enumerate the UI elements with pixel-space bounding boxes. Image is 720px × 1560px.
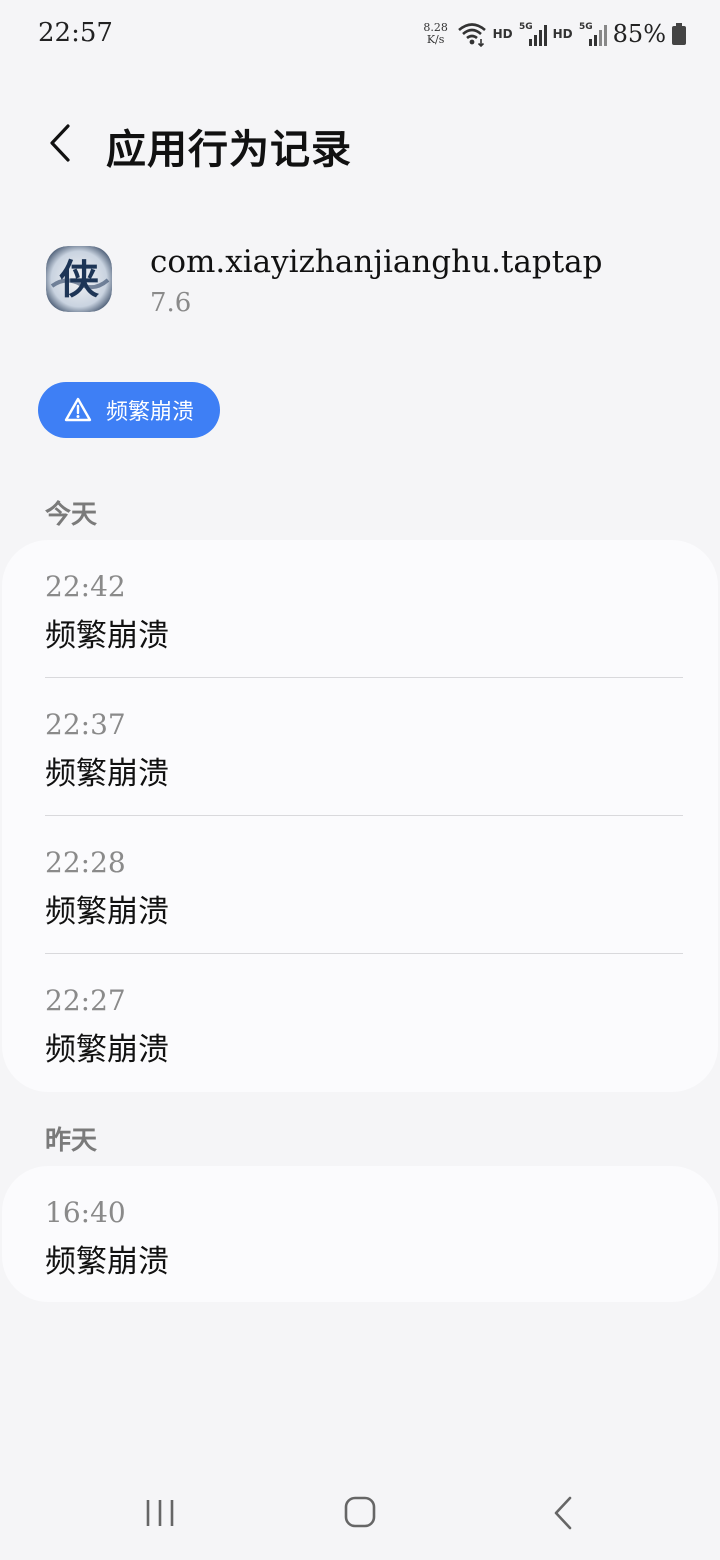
record-event: 频繁崩溃 [45, 756, 169, 792]
filter-chip-label: 频繁崩溃 [106, 400, 195, 425]
hd-label-2: HD [552, 27, 573, 41]
record-time: 22:27 [45, 984, 126, 1017]
recent-apps-button[interactable] [130, 1488, 190, 1538]
records-card-today: 22:42 频繁崩溃 22:37 频繁崩溃 22:28 频繁崩溃 22:27 频… [2, 540, 718, 1092]
svg-text:5G: 5G [579, 22, 593, 32]
record-row[interactable]: 22:27 频繁崩溃 [2, 954, 718, 1092]
network-speed: 8.28 K/s [423, 21, 448, 46]
battery-percent: 85% [612, 20, 666, 48]
navigation-bar [0, 1468, 720, 1560]
record-time: 22:42 [45, 570, 126, 603]
status-icons: 8.28 K/s HD 5G HD 5G 85% [421, 16, 686, 52]
wifi-icon [457, 23, 486, 47]
home-icon [344, 1496, 376, 1528]
record-event: 频繁崩溃 [45, 1032, 169, 1068]
status-time: 22:57 [38, 18, 113, 48]
record-row[interactable]: 22:42 频繁崩溃 [2, 540, 718, 678]
svg-text:5G: 5G [519, 22, 533, 32]
section-label-yesterday: 昨天 [45, 1126, 98, 1156]
app-info: 侠 com.xiayizhanjianghu.taptap 7.6 [0, 238, 720, 328]
recent-apps-icon [146, 1500, 174, 1526]
nav-back-icon [554, 1496, 572, 1530]
back-button[interactable] [38, 118, 88, 168]
filter-chip-frequent-crash[interactable]: 频繁崩溃 [38, 382, 220, 438]
chevron-left-icon [50, 124, 70, 162]
app-bar: 应用行为记录 [0, 100, 720, 190]
home-button[interactable] [330, 1488, 390, 1538]
record-time: 16:40 [45, 1196, 126, 1229]
section-label-today: 今天 [45, 500, 98, 530]
record-event: 频繁崩溃 [45, 1244, 169, 1280]
warning-icon [64, 397, 92, 422]
app-version: 7.6 [150, 288, 192, 318]
page-title: 应用行为记录 [106, 126, 352, 173]
record-row[interactable]: 22:28 频繁崩溃 [2, 816, 718, 954]
hd-label: HD [492, 27, 513, 41]
battery-icon [672, 23, 686, 45]
record-time: 22:28 [45, 846, 126, 879]
records-card-yesterday: 16:40 频繁崩溃 [2, 1166, 718, 1302]
nav-back-button[interactable] [532, 1488, 592, 1538]
record-time: 22:37 [45, 708, 126, 741]
record-row[interactable]: 22:37 频繁崩溃 [2, 678, 718, 816]
record-row[interactable]: 16:40 频繁崩溃 [2, 1166, 718, 1304]
status-bar: 22:57 8.28 K/s HD 5G HD 5G 85% [0, 0, 720, 70]
record-event: 频繁崩溃 [45, 618, 169, 654]
signal-5g-icon-2: 5G [579, 22, 607, 46]
svg-text:侠: 侠 [59, 256, 100, 303]
package-name: com.xiayizhanjianghu.taptap [150, 244, 603, 280]
app-icon: 侠 [46, 246, 112, 312]
record-event: 频繁崩溃 [45, 894, 169, 930]
signal-5g-icon: 5G [519, 22, 547, 46]
